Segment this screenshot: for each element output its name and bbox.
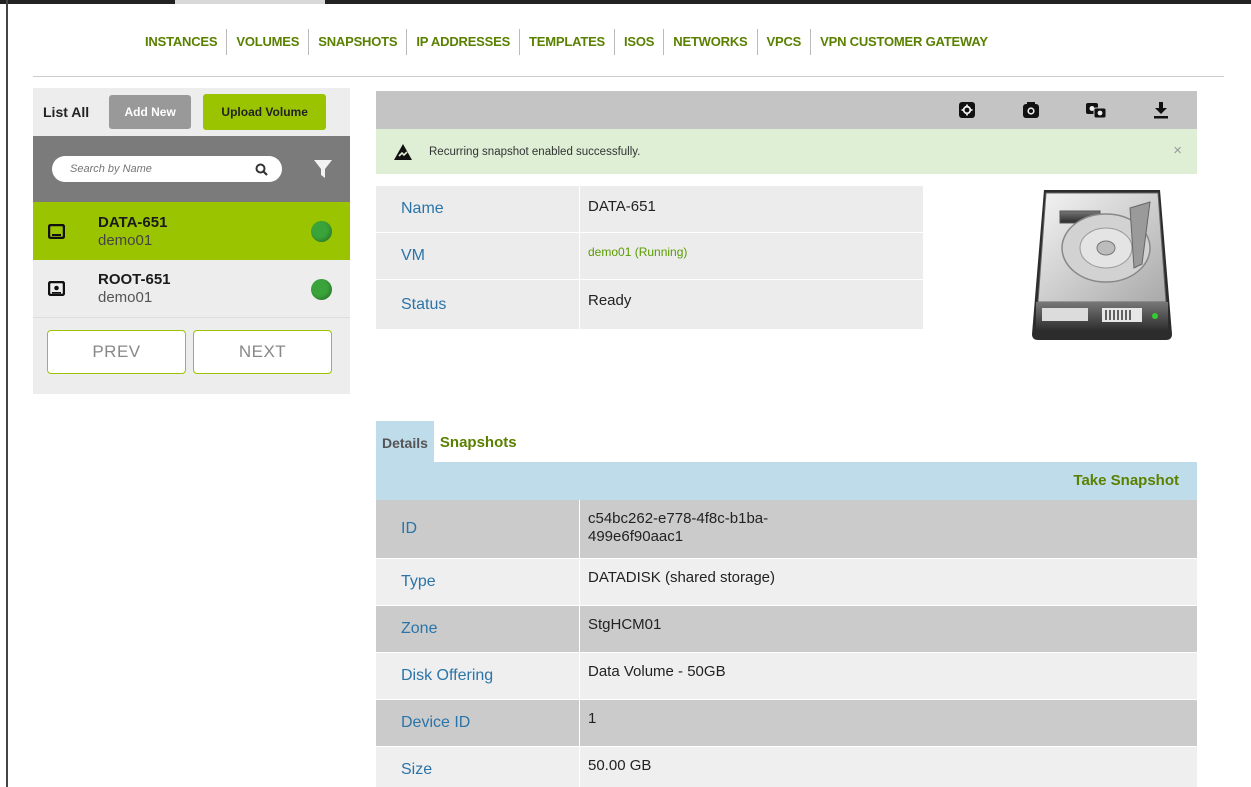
tab-ip-addresses[interactable]: IP ADDRESSES — [407, 28, 519, 56]
detail-value: 1 — [588, 710, 597, 727]
tab-snapshots-detail[interactable]: Snapshots — [434, 434, 523, 462]
prev-button[interactable]: PREV — [47, 330, 186, 374]
table-row: ID c54bc262-e778-4f8c-b1ba-499e6f90aac1 — [376, 500, 1197, 559]
summary-row: Name DATA-651 — [376, 186, 923, 233]
list-header: List All Add New Upload Volume — [33, 88, 350, 136]
table-row: Type DATADISK (shared storage) — [376, 559, 1197, 606]
volume-vm: demo01 — [98, 289, 153, 306]
download-icon[interactable] — [1152, 101, 1170, 119]
list-item[interactable]: DATA-651 demo01 — [33, 202, 350, 260]
top-strip — [0, 0, 175, 4]
tab-networks[interactable]: NETWORKS — [664, 28, 756, 56]
table-row: Disk Offering Data Volume - 50GB — [376, 653, 1197, 700]
close-icon[interactable]: × — [1173, 142, 1182, 159]
volume-list-panel: List All Add New Upload Volume DATA-651 … — [33, 88, 350, 394]
upload-volume-button[interactable]: Upload Volume — [203, 94, 327, 130]
window-edge — [6, 0, 8, 787]
search-box — [52, 156, 282, 182]
detail-label: Disk Offering — [376, 653, 580, 699]
search-icon[interactable] — [255, 163, 268, 176]
vm-link[interactable]: demo01 (Running) — [580, 233, 687, 279]
volume-vm: demo01 — [98, 231, 153, 249]
summary-row: Status Ready — [376, 280, 923, 330]
list-item[interactable]: ROOT-651 demo01 — [33, 260, 350, 318]
detail-label: Type — [376, 559, 580, 605]
summary-label: Name — [376, 186, 580, 232]
top-strip-active-tab — [175, 0, 325, 4]
table-row: Size 50.00 GB — [376, 747, 1197, 787]
details-table: ID c54bc262-e778-4f8c-b1ba-499e6f90aac1 … — [376, 500, 1197, 787]
list-item-text: DATA-651 demo01 — [98, 214, 167, 249]
tab-isos[interactable]: ISOS — [615, 28, 663, 56]
detail-label: Size — [376, 747, 580, 787]
tab-details[interactable]: Details — [376, 421, 434, 462]
tab-volumes[interactable]: VOLUMES — [227, 28, 308, 56]
top-strip — [325, 0, 1251, 4]
detail-value: Data Volume - 50GB — [588, 663, 726, 680]
detail-value: DATADISK (shared storage) — [588, 569, 776, 586]
alert-icon — [394, 143, 412, 160]
search-bar — [33, 136, 350, 202]
detail-tabs: Details Snapshots — [376, 413, 523, 462]
section-tabs: INSTANCES VOLUMES SNAPSHOTS IP ADDRESSES… — [136, 28, 997, 56]
search-input[interactable] — [70, 163, 240, 175]
volume-summary: Name DATA-651 VM demo01 (Running) Status… — [376, 186, 923, 330]
list-item-text: ROOT-651 demo01 — [98, 271, 171, 306]
summary-label: Status — [376, 280, 580, 329]
notice-message: Recurring snapshot enabled successfully. — [429, 145, 641, 158]
table-row: Zone StgHCM01 — [376, 606, 1197, 653]
list-all-label: List All — [43, 104, 90, 120]
filter-icon[interactable] — [314, 158, 332, 180]
tab-templates[interactable]: TEMPLATES — [520, 28, 614, 56]
detail-value: c54bc262-e778-4f8c-b1ba-499e6f90aac1 — [588, 510, 769, 545]
pagination: PREV NEXT — [33, 318, 350, 374]
camera-icon[interactable] — [1022, 101, 1040, 119]
summary-value: DATA-651 — [588, 198, 656, 215]
data-disk-icon — [48, 223, 65, 239]
tab-vpn-customer-gateway[interactable]: VPN CUSTOMER GATEWAY — [811, 28, 997, 56]
add-new-button[interactable]: Add New — [109, 95, 192, 129]
volume-name: DATA-651 — [98, 213, 168, 231]
detail-label: Device ID — [376, 700, 580, 746]
action-toolbar — [376, 91, 1197, 129]
tab-snapshots[interactable]: SNAPSHOTS — [309, 28, 406, 56]
success-notice: Recurring snapshot enabled successfully.… — [376, 129, 1197, 174]
detail-label: Zone — [376, 606, 580, 652]
detail-value: 50.00 GB — [588, 757, 652, 774]
next-button[interactable]: NEXT — [193, 330, 332, 374]
summary-row: VM demo01 (Running) — [376, 233, 923, 280]
detail-label: ID — [376, 500, 580, 558]
status-indicator — [311, 221, 332, 242]
summary-value: Ready — [588, 292, 632, 309]
tab-instances[interactable]: INSTANCES — [136, 28, 226, 56]
settings-icon[interactable] — [958, 101, 976, 119]
root-disk-icon — [48, 281, 65, 296]
recurring-snapshot-icon[interactable] — [1085, 101, 1107, 119]
table-row: Device ID 1 — [376, 700, 1197, 747]
tab-vpcs[interactable]: VPCS — [758, 28, 811, 56]
hard-disk-icon — [1032, 190, 1172, 340]
summary-label: VM — [376, 233, 580, 279]
take-snapshot-link[interactable]: Take Snapshot — [1073, 472, 1179, 489]
volume-name: ROOT-651 — [98, 271, 171, 288]
detail-value: StgHCM01 — [588, 616, 662, 633]
status-indicator — [311, 279, 332, 300]
details-header: Take Snapshot — [376, 462, 1197, 500]
nav-divider — [33, 76, 1224, 77]
